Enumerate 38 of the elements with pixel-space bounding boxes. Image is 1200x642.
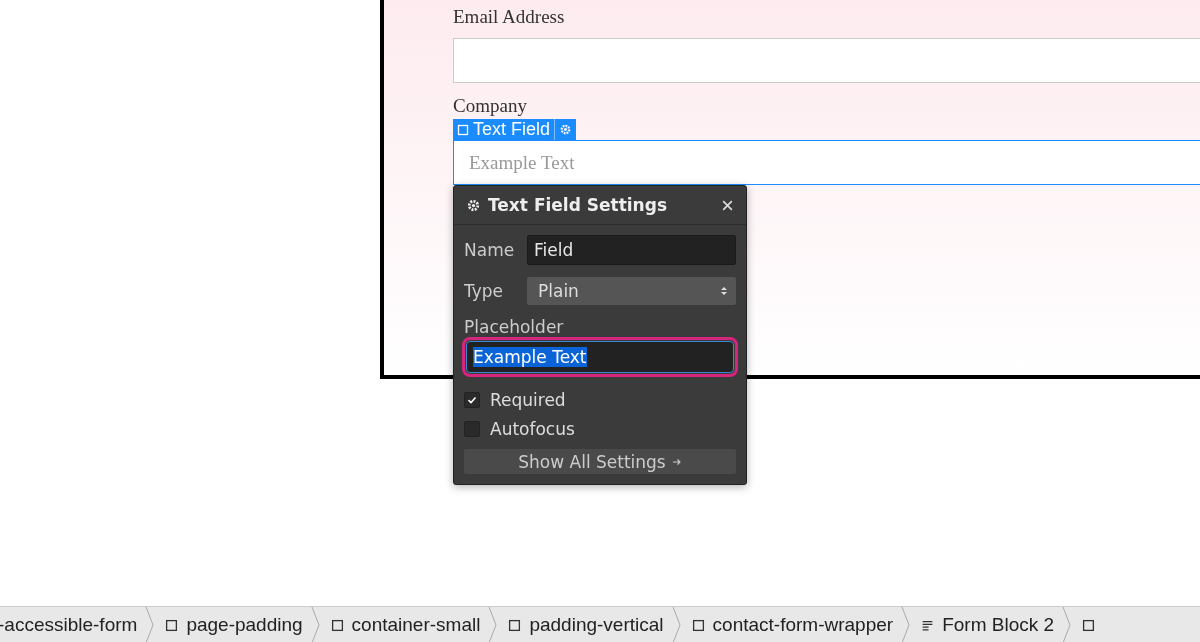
form-icon <box>921 618 935 632</box>
breadcrumb-item[interactable]: page-padding <box>155 614 311 636</box>
chevron-separator-icon <box>1062 607 1073 642</box>
checkbox[interactable] <box>464 420 480 437</box>
chevron-separator-icon <box>488 607 499 642</box>
type-select[interactable]: Plain <box>527 277 736 305</box>
box-icon <box>691 618 705 632</box>
field-label: Company <box>453 94 527 118</box>
arrow-right-icon <box>671 456 682 467</box>
gear-icon[interactable] <box>559 123 573 136</box>
checkbox-label: Autofocus <box>490 418 575 439</box>
type-label: Type <box>464 281 505 301</box>
chevron-separator-icon <box>901 607 912 642</box>
name-input-field[interactable]: Field <box>527 235 736 265</box>
breadcrumb-item[interactable]: Form Block 2 <box>911 614 1063 636</box>
close-icon[interactable] <box>721 198 734 212</box>
box-icon <box>508 618 522 632</box>
box-icon <box>165 618 179 632</box>
checkbox-label: Required <box>490 389 566 410</box>
chevron-separator-icon <box>671 607 682 642</box>
chevron-separator-icon <box>310 607 321 642</box>
box-icon[interactable] <box>1082 618 1096 632</box>
checkbox[interactable] <box>464 391 480 408</box>
breadcrumb-item[interactable]: padding-vertical <box>498 614 672 636</box>
text-input-field[interactable] <box>453 38 1200 83</box>
up-down-arrows-icon <box>720 285 728 297</box>
field-label: Email Address <box>453 5 565 29</box>
breadcrumb-item[interactable]: container-small <box>320 614 489 636</box>
chevron-separator-icon <box>145 607 156 642</box>
popup-title: Text Field Settings <box>488 195 668 215</box>
gear-icon <box>466 197 481 213</box>
breadcrumb-item[interactable]: contact-form-wrapper <box>681 614 902 636</box>
placeholder-label: Placeholder <box>464 317 565 337</box>
show-all-settings-button[interactable]: Show All Settings <box>464 449 736 474</box>
box-icon <box>330 618 344 632</box>
name-label: Name <box>464 240 516 260</box>
box-icon <box>457 123 469 136</box>
text-input-field[interactable]: Example Text <box>453 140 1200 185</box>
